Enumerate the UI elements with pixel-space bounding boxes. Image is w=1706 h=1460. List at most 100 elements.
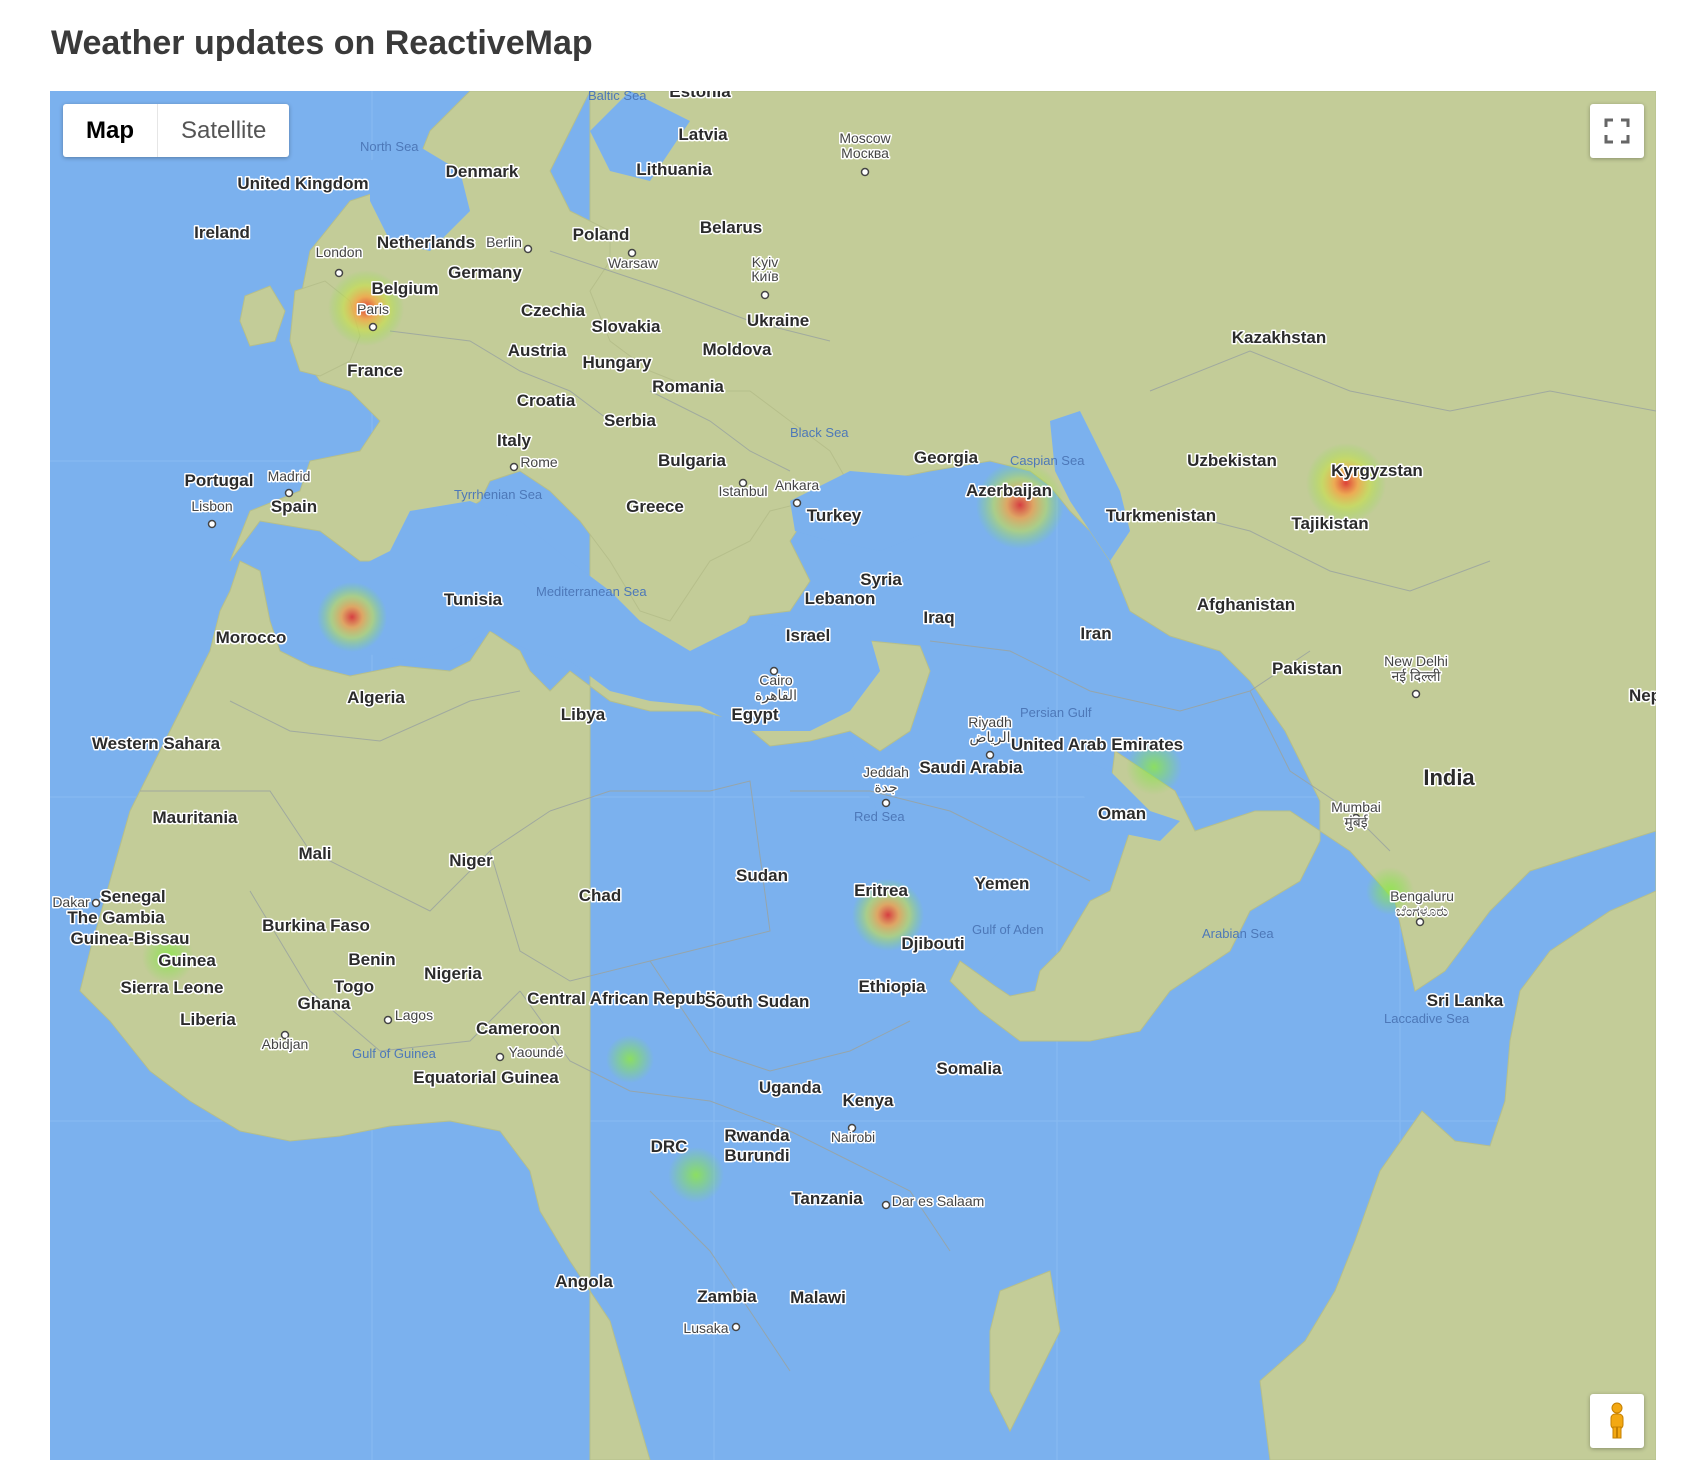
country-label: Liberia — [180, 1010, 236, 1029]
city-label: Lagos — [395, 1007, 433, 1023]
city-label: Київ — [751, 268, 778, 284]
city-dot-kyiv — [760, 290, 770, 300]
country-label: Latvia — [678, 125, 728, 144]
country-label: Sierra Leone — [121, 978, 224, 997]
country-label: Georgia — [914, 448, 979, 467]
city-label: Bengaluru — [1390, 888, 1454, 904]
country-label: Lebanon — [805, 589, 876, 608]
city-label: Yaoundé — [508, 1044, 563, 1060]
fullscreen-button[interactable] — [1590, 104, 1644, 158]
city-dot-madrid — [284, 488, 294, 498]
country-label: Estonia — [669, 91, 731, 101]
country-label: Portugal — [185, 471, 254, 490]
country-label: Malawi — [790, 1288, 846, 1307]
city-label: Berlin — [486, 234, 522, 250]
country-label: Nigeria — [424, 964, 482, 983]
city-dot-dar-es-salaam — [881, 1200, 891, 1210]
city-dot-yaounde — [495, 1052, 505, 1062]
country-label: Ethiopia — [858, 977, 926, 996]
country-label: Yemen — [975, 874, 1030, 893]
city-label: London — [316, 244, 363, 260]
country-label: Algeria — [347, 688, 405, 707]
map-canvas[interactable]: Baltic Sea North Sea Black Sea Caspian S… — [50, 91, 1656, 1460]
country-label: Burkina Faso — [262, 916, 370, 935]
sea-label: Gulf of Aden — [972, 922, 1044, 937]
map-container[interactable]: Baltic Sea North Sea Black Sea Caspian S… — [50, 91, 1656, 1460]
country-label: South Sudan — [705, 992, 810, 1011]
city-label: Dar es Salaam — [892, 1193, 985, 1209]
city-label: Istanbul — [718, 483, 767, 499]
country-label: Sri Lanka — [1427, 991, 1504, 1010]
map-type-control: Map Satellite — [63, 104, 290, 157]
country-label: Niger — [449, 851, 493, 870]
country-label: Benin — [348, 950, 395, 969]
country-label: Hungary — [583, 353, 653, 372]
city-label: Dakar — [52, 894, 90, 910]
city-label: Москва — [841, 145, 889, 161]
map-type-satellite-button[interactable]: Satellite — [157, 104, 289, 157]
sea-label: Persian Gulf — [1020, 705, 1092, 720]
city-label: Moscow — [839, 130, 891, 146]
country-label: DRC — [651, 1137, 688, 1156]
city-label: الرياض — [970, 729, 1011, 746]
country-label: Uganda — [759, 1078, 822, 1097]
city-label: Ankara — [775, 477, 820, 493]
country-label: Greece — [626, 497, 684, 516]
country-label: Spain — [271, 497, 317, 516]
country-label: Poland — [573, 225, 630, 244]
fullscreen-icon — [1604, 118, 1630, 144]
country-label: Turkey — [807, 506, 862, 525]
country-label: Belgium — [371, 279, 438, 298]
country-label: France — [347, 361, 403, 380]
country-label: Guinea — [158, 951, 216, 970]
city-dot-lusaka — [731, 1322, 741, 1332]
city-label: Paris — [357, 301, 389, 317]
sea-label: North Sea — [360, 139, 419, 154]
city-label: Mumbai — [1331, 799, 1381, 815]
city-dot-jeddah — [881, 798, 891, 808]
country-label: Morocco — [216, 628, 287, 647]
country-label: Ghana — [298, 994, 351, 1013]
country-label: Iran — [1080, 624, 1111, 643]
city-label: جدة — [874, 779, 897, 795]
country-label: Austria — [508, 341, 567, 360]
country-label: Denmark — [446, 162, 519, 181]
country-label: The Gambia — [67, 908, 165, 927]
country-label: Somalia — [936, 1059, 1002, 1078]
country-label: Western Sahara — [92, 734, 221, 753]
sea-label: Red Sea — [854, 809, 905, 824]
city-label: Rome — [520, 454, 558, 470]
country-label: Germany — [448, 263, 522, 282]
heat-spot-azerbaijan — [976, 461, 1064, 549]
sea-label: Baltic Sea — [588, 91, 647, 103]
country-label: Slovakia — [592, 317, 662, 336]
heat-spot-kyrgyzstan — [1306, 443, 1386, 523]
country-label: Tunisia — [444, 590, 503, 609]
country-label: Italy — [497, 431, 532, 450]
street-view-pegman-button[interactable] — [1590, 1394, 1644, 1448]
city-dot-dakar — [91, 898, 101, 908]
city-label: Warsaw — [608, 255, 659, 271]
sea-label: Gulf of Guinea — [352, 1046, 437, 1061]
country-label: Lithuania — [636, 160, 712, 179]
country-label: Mali — [298, 844, 331, 863]
city-label: Lisbon — [191, 498, 232, 514]
page-title: Weather updates on ReactiveMap — [51, 24, 593, 62]
country-label: Israel — [786, 626, 830, 645]
map-type-map-button[interactable]: Map — [63, 104, 157, 157]
city-label: Madrid — [268, 468, 311, 484]
city-label: Cairo — [759, 672, 793, 688]
country-label: Equatorial Guinea — [413, 1068, 559, 1087]
country-label: Senegal — [100, 887, 165, 906]
country-label: Kenya — [842, 1091, 894, 1110]
country-label: Chad — [579, 886, 622, 905]
country-label: Uzbekistan — [1187, 451, 1277, 470]
country-label: Zambia — [697, 1287, 757, 1306]
heat-spot-car — [606, 1035, 654, 1083]
country-label: Saudi Arabia — [919, 758, 1023, 777]
country-label: Ukraine — [747, 311, 809, 330]
city-dot-ankara — [792, 498, 802, 508]
sea-label: Laccadive Sea — [1384, 1011, 1470, 1026]
country-label: Angola — [555, 1272, 613, 1291]
city-label: नई दिल्ली — [1391, 668, 1440, 684]
